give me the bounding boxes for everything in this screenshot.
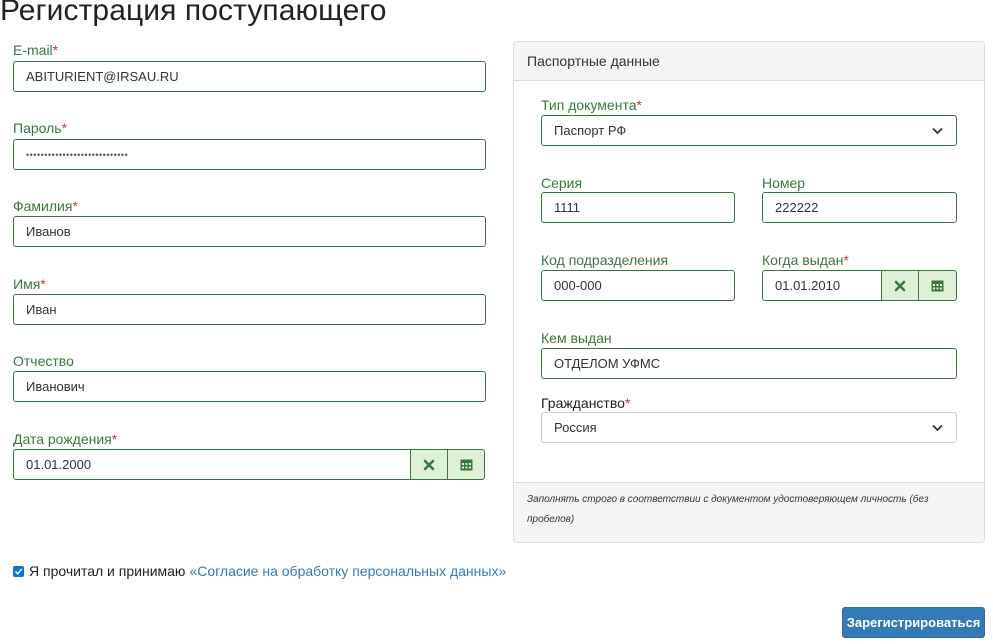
consent-text: Я прочитал и принимаю xyxy=(29,563,186,579)
password-label: Пароль* xyxy=(13,120,68,136)
issue-date-clear-button[interactable] xyxy=(881,270,919,301)
times-icon xyxy=(894,280,906,291)
patronymic-field[interactable]: Иванович xyxy=(13,371,486,402)
birth-date-field[interactable]: 01.01.2000 xyxy=(13,449,411,480)
series-label: Серия xyxy=(541,175,583,191)
birth-date-label: Дата рождения* xyxy=(13,431,118,447)
doc-type-value: Паспорт РФ xyxy=(554,123,627,138)
passport-note: Заполнять строго в соответствии с докуме… xyxy=(514,482,984,542)
email-label: E-mail* xyxy=(13,42,59,58)
birth-date-clear-button[interactable] xyxy=(410,449,448,480)
times-icon xyxy=(423,459,435,470)
number-field[interactable]: 222222 xyxy=(762,192,957,223)
citizenship-select[interactable]: Россия xyxy=(541,412,957,443)
last-name-field[interactable]: Иванов xyxy=(13,216,486,247)
birth-date-calendar-button[interactable] xyxy=(447,449,485,480)
calendar-icon xyxy=(460,459,472,471)
check-icon xyxy=(14,567,23,575)
doc-type-select[interactable]: Паспорт РФ xyxy=(541,115,957,146)
citizenship-value: Россия xyxy=(554,420,597,435)
doc-type-label: Тип документа* xyxy=(541,97,642,113)
password-field[interactable]: •••••••••••••••••••••••••••• xyxy=(13,139,486,170)
passport-panel: Паспортные данные Тип документа* Паспорт… xyxy=(513,41,985,543)
division-code-field[interactable]: 000-000 xyxy=(541,270,735,301)
first-name-label: Имя* xyxy=(13,276,46,292)
calendar-icon xyxy=(931,280,944,292)
first-name-field[interactable]: Иван xyxy=(13,294,486,325)
issued-by-field[interactable]: ОТДЕЛОМ УФМС xyxy=(541,348,957,379)
consent-row: Я прочитал и принимаю «Согласие на обраб… xyxy=(13,563,506,579)
series-field[interactable]: 1111 xyxy=(541,192,735,223)
email-field[interactable]: ABITURIENT@IRSAU.RU xyxy=(13,61,486,92)
last-name-label: Фамилия* xyxy=(13,198,78,214)
division-code-label: Код подразделения xyxy=(541,252,669,268)
patronymic-label: Отчество xyxy=(13,353,74,369)
page-title: Регистрация поступающего xyxy=(0,0,387,27)
consent-checkbox[interactable] xyxy=(13,565,24,577)
consent-link[interactable]: «Согласие на обработку персональных данн… xyxy=(189,563,506,579)
issued-by-label: Кем выдан xyxy=(541,330,612,346)
issue-date-calendar-button[interactable] xyxy=(918,270,957,301)
passport-panel-heading: Паспортные данные xyxy=(514,42,984,81)
chevron-down-icon xyxy=(930,421,944,435)
issue-date-field[interactable]: 01.01.2010 xyxy=(762,270,882,301)
citizenship-label: Гражданство* xyxy=(541,395,631,411)
number-label: Номер xyxy=(762,175,806,191)
register-button[interactable]: Зарегистрироваться xyxy=(842,607,985,638)
issue-date-label: Когда выдан* xyxy=(762,252,849,268)
chevron-down-icon xyxy=(930,124,944,138)
